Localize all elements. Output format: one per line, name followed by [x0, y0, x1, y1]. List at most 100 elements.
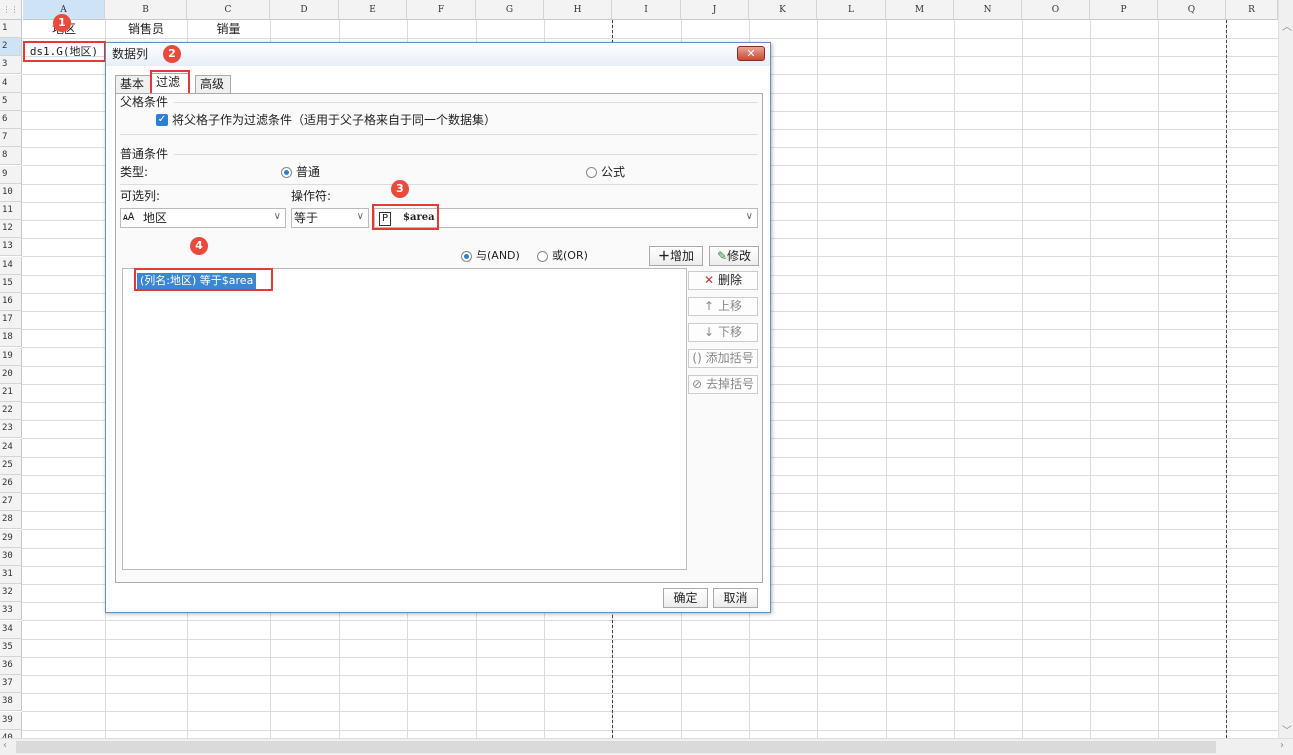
cell-c1[interactable]: 销量 [187, 20, 270, 38]
row-header[interactable]: 33 [0, 602, 22, 621]
row-header[interactable]: 26 [0, 475, 22, 493]
grid-line [22, 711, 1278, 713]
scroll-down-icon[interactable]: ﹀ [1282, 722, 1292, 737]
column-header[interactable]: N [954, 0, 1022, 20]
row-header[interactable]: 25 [0, 456, 22, 475]
row-header[interactable]: 35 [0, 638, 22, 657]
column-select[interactable]: 🗚 地区 ∨ [120, 208, 286, 228]
tab-advanced[interactable]: 高级 [195, 75, 231, 93]
move-up-button[interactable]: ↑ 上移 [688, 297, 758, 316]
row-header[interactable]: 11 [0, 202, 22, 220]
and-radio[interactable] [461, 251, 472, 262]
row-header[interactable]: 34 [0, 620, 22, 639]
type-normal-label: 普通 [296, 165, 321, 179]
column-header[interactable]: M [886, 0, 954, 20]
row-header[interactable]: 32 [0, 584, 22, 603]
bracket-icon: () [692, 351, 702, 365]
row-header[interactable]: 14 [0, 256, 22, 275]
row-header[interactable]: 39 [0, 711, 22, 730]
row-header[interactable]: 2 [0, 38, 22, 57]
add-bracket-button[interactable]: () 添加括号 [688, 349, 758, 368]
row-header[interactable]: 12 [0, 220, 22, 239]
grid-line [954, 20, 955, 738]
column-header[interactable]: O [1022, 0, 1090, 20]
column-header[interactable]: I [612, 0, 681, 20]
row-header[interactable]: 9 [0, 165, 22, 184]
filter-panel: 父格条件 ✓ 将父格子作为过滤条件（适用于父子格来自于同一个数据集） 普通条件 … [115, 93, 763, 583]
row-header[interactable]: 16 [0, 293, 22, 311]
condition-list[interactable]: (列名:地区) 等于$area [122, 268, 687, 570]
group-divider [174, 154, 758, 155]
row-header[interactable]: 21 [0, 384, 22, 402]
select-all-corner[interactable]: ⋮⋮ [0, 0, 22, 20]
row-header[interactable]: 17 [0, 311, 22, 330]
column-header[interactable]: R [1226, 0, 1278, 20]
row-header[interactable]: 3 [0, 56, 22, 75]
modify-button[interactable]: ✎修改 [709, 246, 759, 266]
row-header[interactable]: 30 [0, 547, 22, 566]
column-header[interactable]: P [1090, 0, 1158, 20]
column-header[interactable]: D [270, 0, 339, 20]
column-header[interactable]: Q [1158, 0, 1226, 20]
row-header[interactable]: 20 [0, 365, 22, 384]
type-normal-radio[interactable] [281, 167, 292, 178]
row-header[interactable]: 13 [0, 238, 22, 257]
grid-line [817, 20, 818, 738]
parent-filter-checkbox[interactable]: ✓ [156, 114, 168, 126]
close-button[interactable]: ✕ [737, 46, 765, 61]
horizontal-scroll-thumb[interactable] [16, 741, 1216, 753]
column-header[interactable]: G [476, 0, 544, 20]
move-down-button[interactable]: ↓ 下移 [688, 323, 758, 342]
dialog-titlebar[interactable]: 数据列 [106, 43, 770, 66]
row-header[interactable]: 27 [0, 493, 22, 512]
vertical-scrollbar[interactable]: ︿ ﹀ [1278, 0, 1293, 740]
row-header[interactable]: 37 [0, 675, 22, 694]
row-header[interactable]: 10 [0, 183, 22, 202]
row-header[interactable]: 23 [0, 420, 22, 439]
horizontal-scrollbar[interactable]: ‹ › [0, 738, 1293, 755]
delete-button[interactable]: ✕ 删除 [688, 271, 758, 290]
column-header[interactable]: E [339, 0, 407, 20]
column-header[interactable]: B [105, 0, 187, 20]
scroll-right-icon[interactable]: › [1280, 740, 1284, 751]
column-header[interactable]: L [817, 0, 886, 20]
row-header[interactable]: 31 [0, 566, 22, 584]
row-header[interactable]: 6 [0, 111, 22, 129]
tab-basic[interactable]: 基本 [115, 75, 151, 93]
step-badge-4: 4 [190, 237, 208, 255]
cell-b1[interactable]: 销售员 [105, 20, 187, 38]
row-header[interactable]: 1 [0, 20, 22, 38]
grid-line [22, 656, 1278, 658]
operator-select[interactable]: 等于 ∨ [291, 208, 369, 228]
scroll-left-icon[interactable]: ‹ [3, 740, 7, 751]
add-button[interactable]: ＋增加 [649, 246, 703, 266]
operator-label: 操作符: [291, 189, 332, 203]
row-header[interactable]: 22 [0, 402, 22, 421]
type-formula-radio[interactable] [586, 167, 597, 178]
row-header[interactable]: 5 [0, 92, 22, 111]
or-radio[interactable] [537, 251, 548, 262]
remove-bracket-button[interactable]: ⊘ 去掉括号 [688, 375, 758, 394]
row-header[interactable]: 38 [0, 693, 22, 712]
column-header[interactable]: J [681, 0, 749, 20]
operator-value: 等于 [294, 211, 319, 225]
row-header[interactable]: 24 [0, 438, 22, 457]
column-header[interactable]: K [749, 0, 817, 20]
row-header[interactable]: 15 [0, 274, 22, 293]
row-header[interactable]: 8 [0, 147, 22, 166]
row-header[interactable]: 18 [0, 329, 22, 348]
column-header[interactable]: F [407, 0, 476, 20]
and-label: 与(AND) [476, 249, 520, 262]
row-header[interactable]: 36 [0, 657, 22, 675]
column-header[interactable]: C [187, 0, 270, 20]
move-up-label: 上移 [717, 299, 742, 313]
row-header[interactable]: 4 [0, 74, 22, 93]
row-header[interactable]: 7 [0, 129, 22, 148]
scroll-up-icon[interactable]: ︿ [1282, 18, 1292, 33]
row-header[interactable]: 28 [0, 511, 22, 530]
row-header[interactable]: 19 [0, 347, 22, 366]
ok-button[interactable]: 确定 [663, 588, 708, 608]
column-header[interactable]: H [544, 0, 612, 20]
cancel-button[interactable]: 取消 [713, 588, 758, 608]
row-header[interactable]: 29 [0, 529, 22, 548]
